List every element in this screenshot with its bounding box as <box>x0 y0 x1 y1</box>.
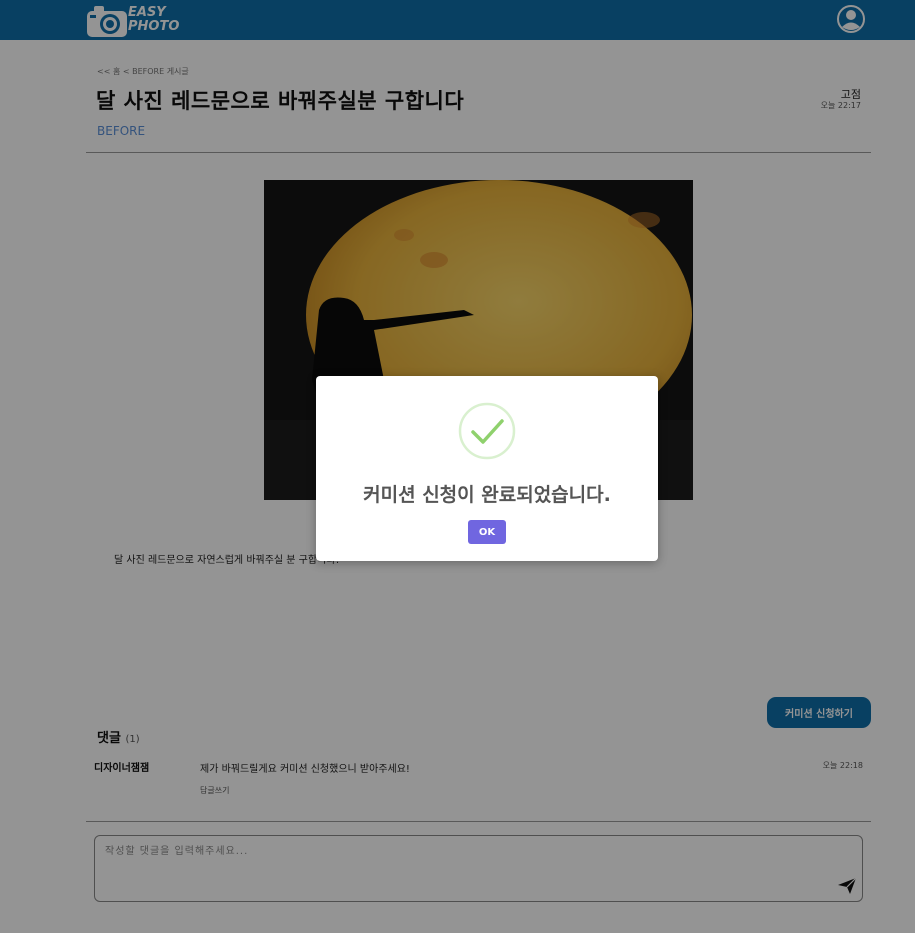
dialog-message: 커미션 신청이 완료되었습니다. <box>363 484 611 506</box>
ok-button[interactable]: OK <box>468 520 506 544</box>
success-dialog: 커미션 신청이 완료되었습니다. OK <box>316 376 658 561</box>
check-circle-icon <box>458 402 516 460</box>
